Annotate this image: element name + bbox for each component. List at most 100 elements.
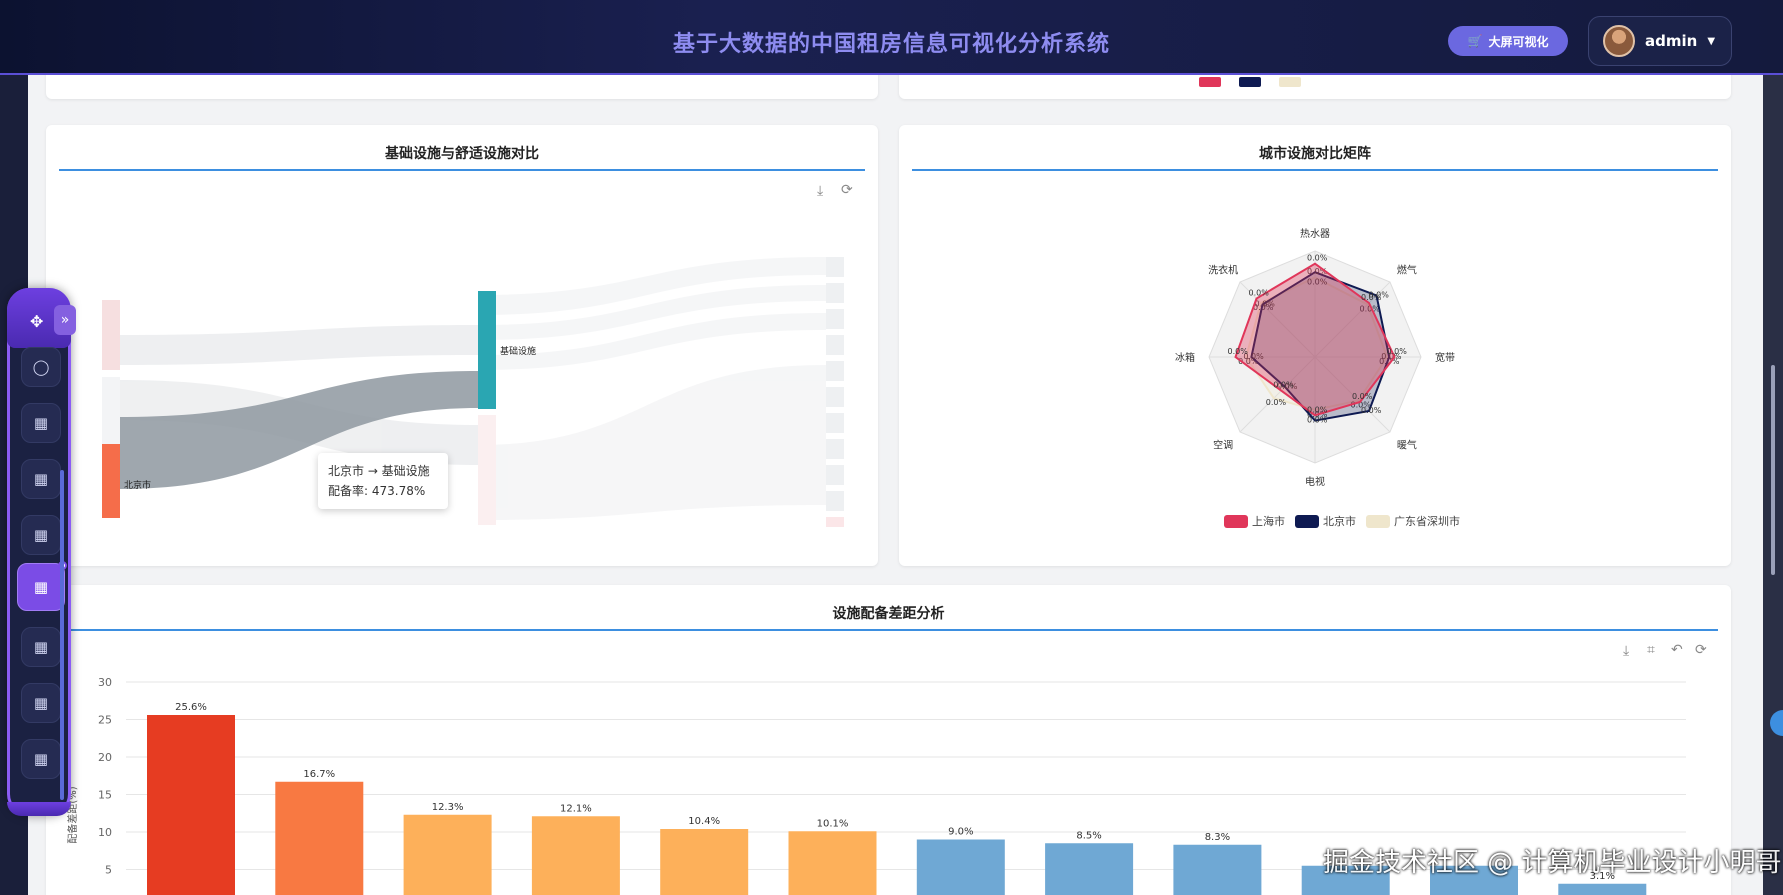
bar-ytick-label: 20: [98, 751, 112, 764]
sankey-link-shanghai: [120, 325, 478, 365]
page-scrollbar[interactable]: [1763, 75, 1783, 895]
bar-ytick-label: 30: [98, 676, 112, 689]
bar-ytick-label: 25: [98, 714, 112, 727]
bar-value-label: 12.3%: [432, 802, 464, 813]
move-icon[interactable]: ✥: [30, 312, 43, 331]
radar-indicator-label: 电视: [1305, 475, 1325, 488]
grid-icon: ▦: [33, 694, 49, 712]
bar: [1173, 844, 1262, 895]
grid-icon: ▦: [33, 638, 49, 656]
bar: [788, 831, 877, 895]
radar-indicator-label: 洗衣机: [1208, 263, 1238, 276]
radar-value-label: 0.0%: [1249, 289, 1270, 298]
bar-ytick-label: 5: [105, 864, 112, 877]
radar-indicator-label: 燃气: [1397, 263, 1417, 276]
bar: [1558, 883, 1647, 895]
sankey-label-beijing: 北京市: [124, 479, 151, 491]
radar-value-label: 0.0%: [1361, 293, 1382, 302]
radar-card: 城市设施对比矩阵 0.0% 0.0% 0.0% 0.0% 0.0% 0.0% 0.0% 0.0…: [899, 125, 1731, 566]
radar-value-label: 0.0%: [1307, 416, 1328, 425]
bar-ytick-label: 15: [98, 789, 112, 802]
tooltip-line-2: 配备率: 473.78%: [328, 484, 426, 498]
bar: [275, 781, 364, 895]
nav-grid-button-1[interactable]: ▦: [21, 403, 61, 443]
nav-grid-button-3[interactable]: ▦: [21, 515, 61, 555]
bar-value-label: 12.1%: [560, 803, 592, 814]
top-header: 基于大数据的中国租房信息可视化分析系统 🛒 大屏可视化 admin ▼: [0, 0, 1783, 75]
radar-value-label: 0.0%: [1307, 254, 1328, 263]
bar-value-label: 25.6%: [175, 702, 207, 713]
sankey-tooltip: 北京市 → 基础设施 配备率: 473.78%: [318, 453, 448, 509]
nav-user-button[interactable]: ◯: [21, 347, 61, 387]
bar-value-label: 16.7%: [303, 769, 335, 780]
radar-value-label: 0.0%: [1273, 381, 1294, 390]
sankey-right-nodes: [826, 257, 844, 527]
sankey-node-beijing: [102, 444, 120, 518]
scrollbar-thumb[interactable]: [1771, 365, 1775, 575]
radar-value-label: 0.0%: [1387, 347, 1408, 356]
nav-grid-button-5[interactable]: ▦: [21, 627, 61, 667]
legend-swatch-top-3: [1279, 77, 1301, 87]
sankey-label-basic: 基础设施: [500, 345, 536, 357]
floating-nav-scroll-indicator: [60, 470, 64, 800]
main-content: 基础设施与舒适设施对比 ⤓ ⟳ 北京市 基础设施 城市设施对比矩阵 0.0% 0…: [28, 65, 1763, 895]
nav-grid-button-2[interactable]: ▦: [21, 459, 61, 499]
sankey-node-basic: [478, 291, 496, 409]
bar-value-label: 8.3%: [1205, 832, 1230, 843]
nav-grid-button-7[interactable]: ▦: [21, 739, 61, 779]
watermark: 掘金技术社区 @ 计算机毕业设计小明哥: [1323, 848, 1782, 878]
app-window: 基础设施与舒适设施对比 ⤓ ⟳ 北京市 基础设施 城市设施对比矩阵 0.0% 0…: [0, 0, 1783, 895]
bar-value-label: 9.0%: [948, 827, 973, 838]
grid-icon: ▦: [33, 526, 49, 544]
radar-indicator-label: 热水器: [1300, 227, 1330, 240]
bar: [916, 839, 1005, 895]
user-name: admin: [1645, 32, 1698, 50]
radar-value-label: 0.0%: [1361, 406, 1382, 415]
sankey-chart: 北京市 基础设施: [102, 257, 844, 527]
sankey-node-comfort: [478, 415, 496, 525]
avatar: [1603, 25, 1635, 57]
bar: [660, 829, 749, 895]
radar-value-label: 0.0%: [1266, 398, 1287, 407]
user-menu[interactable]: admin ▼: [1588, 16, 1732, 66]
sankey-card: 基础设施与舒适设施对比 ⤓ ⟳ 北京市 基础设施: [46, 125, 878, 566]
expand-icon[interactable]: »: [54, 305, 76, 335]
user-icon: ◯: [32, 358, 50, 376]
bar: [531, 816, 620, 895]
bigscreen-label: 大屏可视化: [1488, 34, 1549, 49]
bar: [147, 715, 235, 895]
floating-nav-footer: [7, 802, 71, 816]
sankey-link-right-4: [478, 365, 826, 520]
radar-value-label: 0.0%: [1352, 392, 1373, 401]
bar-value-label: 8.5%: [1076, 830, 1101, 841]
grid-icon: ▦: [33, 750, 49, 768]
tooltip-line-1: 北京市 → 基础设施: [328, 464, 430, 478]
bar-ytick-label: 10: [98, 826, 112, 839]
grid-icon: ▦: [33, 578, 49, 596]
radar-chart: 0.0% 0.0% 0.0% 0.0% 0.0% 0.0% 0.0% 0.0% 0.0% 0.0%…: [1175, 227, 1460, 528]
grid-icon: ▦: [33, 414, 49, 432]
svg-text:北京市: 北京市: [1323, 514, 1356, 528]
sankey-link-right-3: [478, 313, 826, 370]
bar: [403, 814, 492, 895]
nav-grid-button-active[interactable]: ▦: [17, 561, 67, 611]
legend-swatch-top-1: [1199, 77, 1221, 87]
legend-swatch-top-2: [1239, 77, 1261, 87]
bar-value-label: 10.1%: [817, 818, 849, 829]
radar-value-label: 0.0%: [1228, 347, 1249, 356]
radar-indicator-label: 冰箱: [1175, 351, 1195, 364]
bar-value-label: 10.4%: [688, 816, 720, 827]
sankey-node-shanghai: [102, 300, 120, 370]
bigscreen-button[interactable]: 🛒 大屏可视化: [1448, 26, 1568, 56]
radar-indicator-label: 空调: [1213, 439, 1233, 452]
radar-legend: 上海市 北京市 广东省深圳市: [1224, 514, 1460, 528]
svg-text:广东省深圳市: 广东省深圳市: [1394, 514, 1460, 528]
radar-indicator-label: 宽带: [1435, 351, 1455, 364]
nav-grid-button-6[interactable]: ▦: [21, 683, 61, 723]
svg-text:上海市: 上海市: [1252, 514, 1285, 528]
bar: [1045, 843, 1134, 895]
chevron-down-icon: ▼: [1707, 35, 1716, 47]
radar-value-label: 0.0%: [1307, 405, 1328, 414]
cart-icon: 🛒: [1467, 34, 1483, 48]
grid-icon: ▦: [33, 470, 49, 488]
